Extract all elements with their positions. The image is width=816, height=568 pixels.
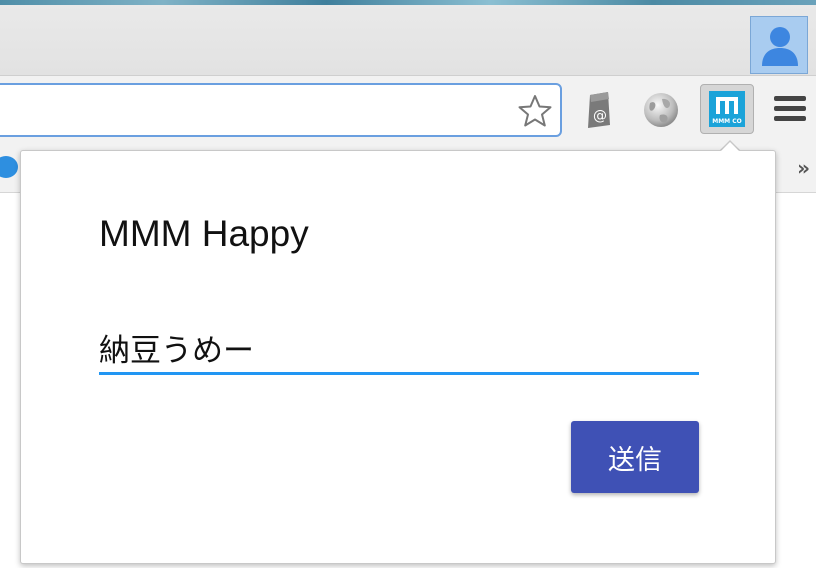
user-avatar-icon (762, 27, 798, 66)
mmm-co-label: MMM CO (712, 118, 742, 125)
profile-button[interactable] (750, 16, 808, 74)
bookmark-star-icon[interactable] (518, 94, 552, 128)
mmm-co-icon: MMM CO (709, 91, 745, 127)
message-input[interactable] (99, 327, 699, 375)
extension-popup: MMM Happy 送信 (20, 150, 776, 564)
globe-icon[interactable] (640, 89, 682, 131)
popup-arrow (720, 142, 740, 152)
svg-text:@: @ (593, 108, 607, 124)
browser-titlebar (0, 5, 816, 76)
bookmark-favicon-icon[interactable] (0, 156, 18, 178)
at-sign-icon[interactable]: @ (578, 89, 620, 131)
bookmarks-overflow-chevron-icon[interactable]: » (797, 156, 810, 180)
address-bar[interactable] (0, 83, 562, 137)
menu-hamburger-icon[interactable] (774, 96, 806, 126)
browser-toolbar: @ MMM CO (0, 76, 816, 146)
popup-title: MMM Happy (99, 213, 309, 254)
mmm-co-extension-button[interactable]: MMM CO (700, 84, 754, 134)
submit-button[interactable]: 送信 (571, 421, 699, 493)
